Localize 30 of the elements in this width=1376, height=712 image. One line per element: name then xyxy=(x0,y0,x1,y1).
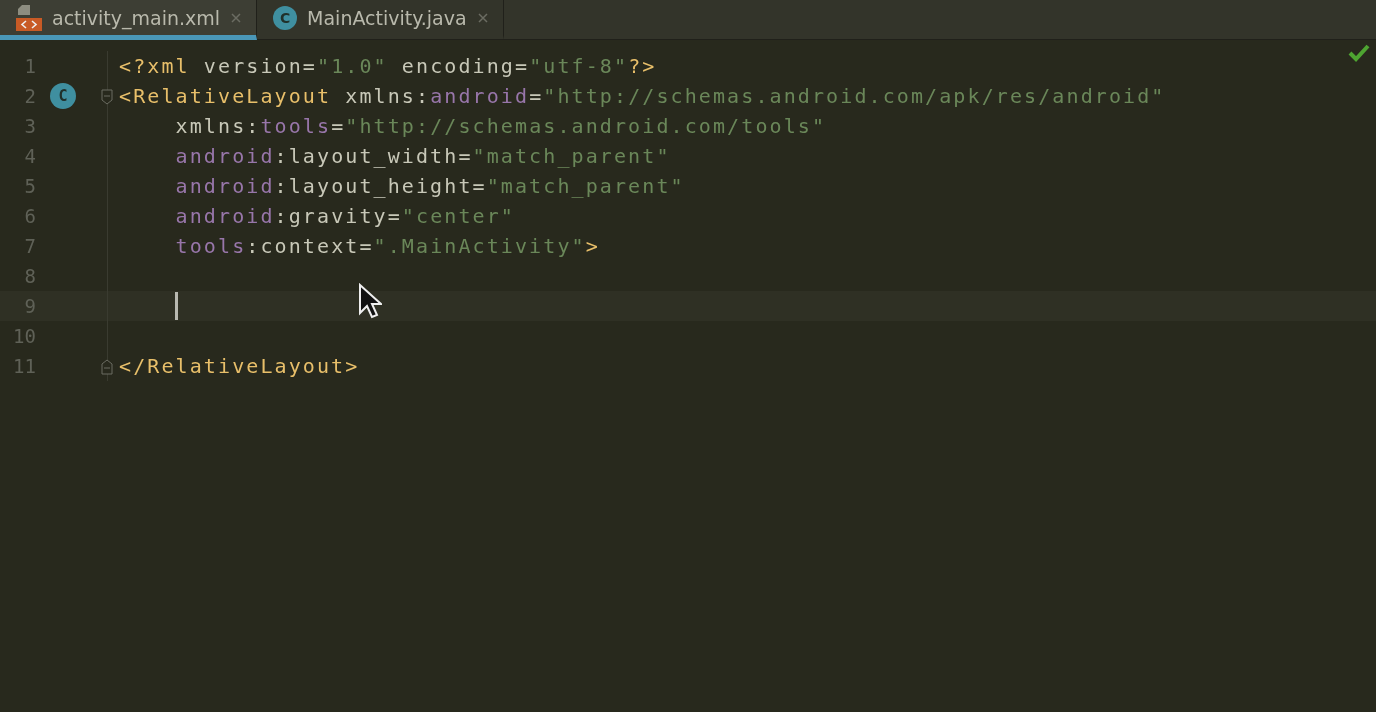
line-number: 1 xyxy=(23,55,36,77)
code-line: android:layout_height="match_parent" xyxy=(174,173,685,200)
close-icon[interactable] xyxy=(230,11,243,24)
file-tab[interactable]: activity_main.xml xyxy=(0,0,258,40)
code-line: <?xml version="1.0" encoding="utf-8"?> xyxy=(118,53,657,80)
fold-icon[interactable] xyxy=(101,359,113,375)
code-line: android:layout_width="match_parent" xyxy=(174,143,671,170)
code-line: </RelativeLayout> xyxy=(118,353,360,380)
xml-file-icon xyxy=(16,3,42,32)
line-number: 11 xyxy=(12,355,36,377)
code-line: android:gravity="center" xyxy=(174,203,515,230)
line-number: 7 xyxy=(23,235,36,257)
class-icon: C xyxy=(273,5,298,30)
line-number: 3 xyxy=(23,115,36,137)
line-number: 8 xyxy=(23,265,36,287)
class-gutter-icon[interactable]: C xyxy=(50,83,76,109)
line-number: 10 xyxy=(12,325,36,347)
mouse-pointer-icon xyxy=(358,283,382,319)
code-line: tools:context=".MainActivity"> xyxy=(174,233,600,260)
close-icon[interactable] xyxy=(476,11,489,24)
code-line: xmlns:tools="http://schemas.android.com/tools" xyxy=(174,113,827,140)
line-number: 4 xyxy=(23,145,36,167)
text-caret xyxy=(175,292,178,320)
code-line: <RelativeLayout xmlns:android="http://schemas.android.com/apk/res/android" xyxy=(118,83,1166,110)
line-number: 2 xyxy=(23,85,36,107)
line-number: 6 xyxy=(23,205,36,227)
fold-icon[interactable] xyxy=(101,89,113,105)
file-tab[interactable]: C MainActivity.java xyxy=(257,0,504,40)
line-number: 5 xyxy=(23,175,36,197)
check-icon xyxy=(1348,44,1370,62)
